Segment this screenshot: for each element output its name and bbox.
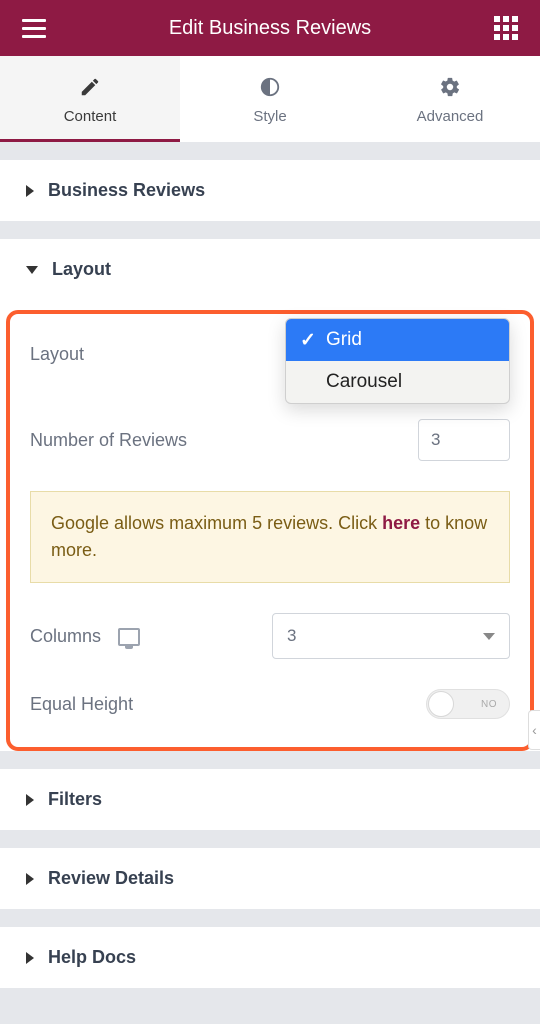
- apps-grid-icon: [494, 16, 518, 40]
- chevron-right-icon: [26, 952, 34, 964]
- section-toggle-business-reviews[interactable]: Business Reviews: [0, 160, 540, 221]
- columns-select[interactable]: 3: [272, 613, 510, 659]
- panel-collapse-handle[interactable]: ‹: [528, 710, 540, 750]
- chevron-right-icon: [26, 794, 34, 806]
- section-toggle-layout[interactable]: Layout: [0, 239, 540, 300]
- tab-label: Content: [64, 108, 117, 125]
- section-title: Business Reviews: [48, 180, 205, 201]
- hamburger-icon: [22, 19, 46, 38]
- page-title: Edit Business Reviews: [169, 17, 371, 40]
- section-title: Review Details: [48, 868, 174, 889]
- chevron-down-icon: [483, 633, 495, 640]
- section-title: Layout: [52, 259, 111, 280]
- tab-style[interactable]: Style: [180, 56, 360, 142]
- editor-tabs: Content Style Advanced: [0, 56, 540, 142]
- section-title: Help Docs: [48, 947, 136, 968]
- setting-label: Layout: [30, 344, 84, 365]
- google-reviews-notice: Google allows maximum 5 reviews. Click h…: [30, 491, 510, 583]
- setting-row-columns: Columns 3: [30, 613, 510, 659]
- section-toggle-help-docs[interactable]: Help Docs: [0, 927, 540, 988]
- num-reviews-input[interactable]: 3: [418, 419, 510, 461]
- section-toggle-review-details[interactable]: Review Details: [0, 848, 540, 909]
- equal-height-toggle[interactable]: NO: [426, 689, 510, 719]
- setting-row-equal-height: Equal Height NO: [30, 689, 510, 719]
- setting-label: Columns: [30, 626, 140, 647]
- dropdown-option-carousel[interactable]: Carousel: [286, 361, 509, 403]
- desktop-icon[interactable]: [118, 628, 140, 646]
- tab-label: Style: [253, 108, 286, 125]
- section-title: Filters: [48, 789, 102, 810]
- layout-settings-panel: Layout Grid Carousel Number of Reviews 3: [6, 310, 534, 751]
- notice-link[interactable]: here: [382, 513, 420, 533]
- apps-button[interactable]: [492, 14, 520, 42]
- chevron-right-icon: [26, 873, 34, 885]
- tab-label: Advanced: [417, 108, 484, 125]
- menu-button[interactable]: [20, 14, 48, 42]
- setting-row-num-reviews: Number of Reviews 3: [30, 419, 510, 461]
- setting-label: Number of Reviews: [30, 430, 187, 451]
- pencil-icon: [79, 76, 101, 98]
- setting-label: Equal Height: [30, 694, 133, 715]
- chevron-right-icon: [26, 185, 34, 197]
- gear-icon: [439, 76, 461, 98]
- tab-advanced[interactable]: Advanced: [360, 56, 540, 142]
- chevron-down-icon: [26, 266, 38, 274]
- tab-content[interactable]: Content: [0, 56, 180, 142]
- toggle-knob: [428, 691, 454, 717]
- contrast-icon: [259, 76, 281, 98]
- layout-dropdown[interactable]: Grid Carousel: [285, 318, 510, 404]
- section-toggle-filters[interactable]: Filters: [0, 769, 540, 830]
- setting-row-layout: Layout Grid Carousel: [30, 344, 510, 365]
- dropdown-option-grid[interactable]: Grid: [286, 319, 509, 361]
